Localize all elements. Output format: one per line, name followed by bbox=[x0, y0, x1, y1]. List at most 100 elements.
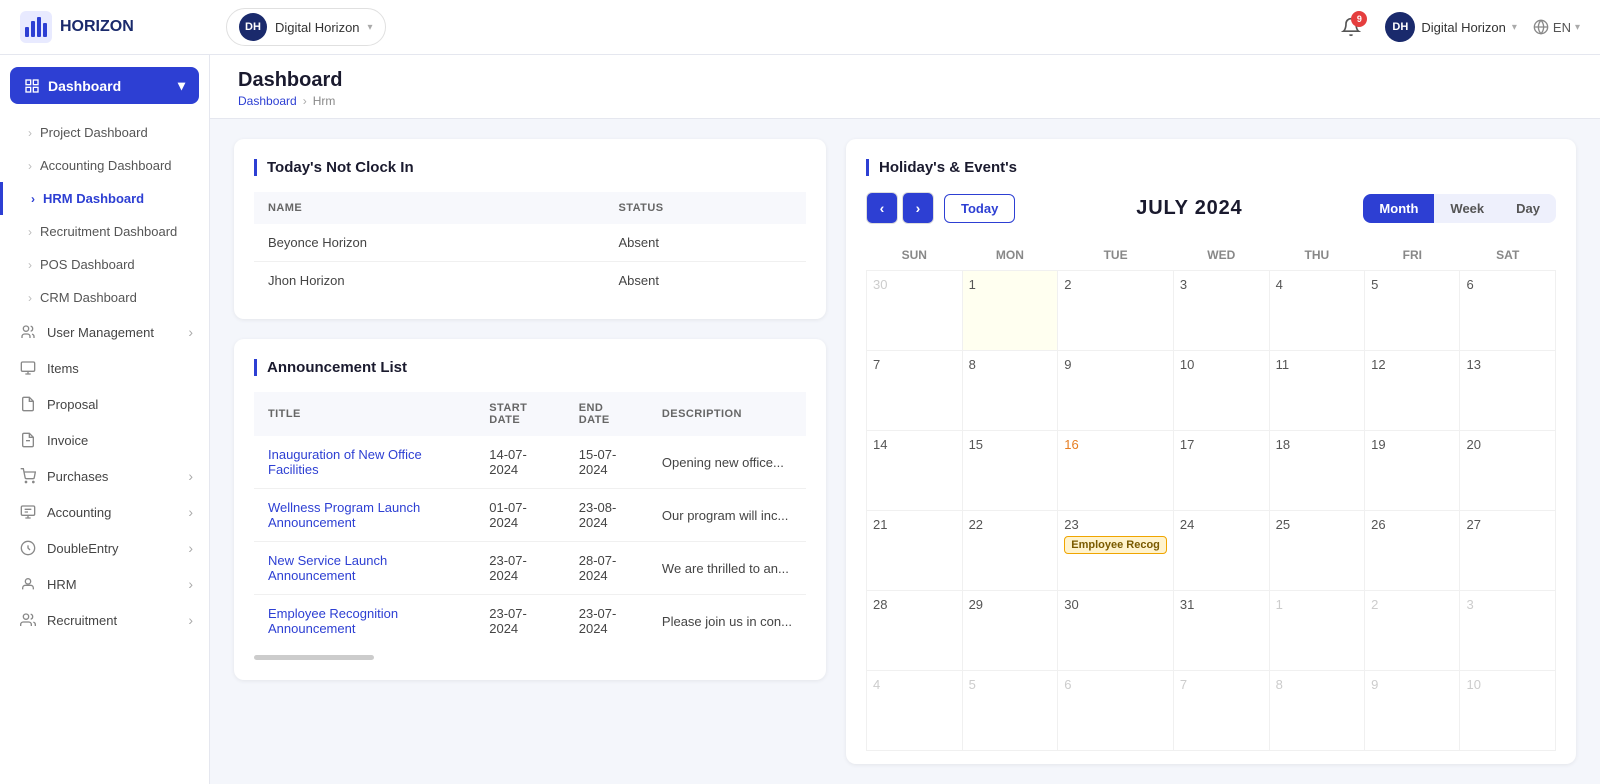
calendar-cell[interactable]: 31 bbox=[1173, 591, 1269, 671]
calendar-cell[interactable]: 2 bbox=[1365, 591, 1460, 671]
calendar-week-view-button[interactable]: Week bbox=[1434, 194, 1500, 223]
calendar-cell[interactable]: 1 bbox=[962, 271, 1058, 351]
sidebar-item-crm-label: CRM Dashboard bbox=[40, 290, 137, 305]
sidebar-item-recruitment[interactable]: Recruitment bbox=[0, 602, 209, 638]
sidebar-item-accounting-dashboard[interactable]: › Accounting Dashboard bbox=[0, 149, 209, 182]
calendar-cell[interactable]: 25 bbox=[1269, 511, 1365, 591]
calendar-cell[interactable]: 20 bbox=[1460, 431, 1556, 511]
calendar-cell[interactable]: 4 bbox=[867, 671, 963, 751]
calendar-cell[interactable]: 22 bbox=[962, 511, 1058, 591]
calendar-cell[interactable]: 14 bbox=[867, 431, 963, 511]
calendar-cell[interactable]: 23Employee Recog bbox=[1058, 511, 1174, 591]
org-name-label: Digital Horizon bbox=[275, 20, 360, 35]
calendar-day-number: 29 bbox=[969, 597, 983, 612]
calendar-cell[interactable]: 5 bbox=[1365, 271, 1460, 351]
table-row: Beyonce HorizonAbsent bbox=[254, 224, 806, 262]
ann-start: 23-07-2024 bbox=[475, 542, 565, 595]
calendar-cell[interactable]: 7 bbox=[867, 351, 963, 431]
calendar-cell[interactable]: 19 bbox=[1365, 431, 1460, 511]
ann-desc: Please join us in con... bbox=[648, 595, 806, 648]
calendar-day-number: 2 bbox=[1371, 597, 1378, 612]
calendar-prev-button[interactable]: ‹ bbox=[866, 192, 898, 224]
calendar-cell[interactable]: 13 bbox=[1460, 351, 1556, 431]
calendar-day-view-button[interactable]: Day bbox=[1500, 194, 1556, 223]
notifications-button[interactable]: 9 bbox=[1333, 9, 1369, 45]
announcement-title: Announcement List bbox=[254, 359, 806, 376]
calendar-day-number: 28 bbox=[873, 597, 887, 612]
sidebar-item-doubleentry[interactable]: DoubleEntry bbox=[0, 530, 209, 566]
table-row: Jhon HorizonAbsent bbox=[254, 262, 806, 300]
calendar-cell[interactable]: 3 bbox=[1173, 271, 1269, 351]
sidebar-item-crm-dashboard[interactable]: › CRM Dashboard bbox=[0, 281, 209, 314]
calendar-day-number: 19 bbox=[1371, 437, 1385, 452]
calendar-day-header: Mon bbox=[962, 240, 1058, 271]
sidebar-item-accounting[interactable]: Accounting bbox=[0, 494, 209, 530]
calendar-cell[interactable]: 6 bbox=[1058, 671, 1174, 751]
calendar-cell[interactable]: 8 bbox=[962, 351, 1058, 431]
sidebar-item-items[interactable]: Items bbox=[0, 350, 209, 386]
page-header: Dashboard Dashboard › Hrm bbox=[210, 55, 1600, 119]
calendar-cell[interactable]: 18 bbox=[1269, 431, 1365, 511]
calendar-cell[interactable]: 10 bbox=[1460, 671, 1556, 751]
calendar-cell[interactable]: 4 bbox=[1269, 271, 1365, 351]
calendar-today-button[interactable]: Today bbox=[944, 194, 1015, 223]
sidebar-item-pos-dashboard[interactable]: › POS Dashboard bbox=[0, 248, 209, 281]
calendar-cell[interactable]: 12 bbox=[1365, 351, 1460, 431]
breadcrumb-dashboard[interactable]: Dashboard bbox=[238, 94, 297, 108]
sidebar-item-user-management[interactable]: User Management bbox=[0, 314, 209, 350]
language-selector[interactable]: EN bbox=[1533, 19, 1580, 35]
sidebar-item-hrm-dashboard[interactable]: › HRM Dashboard bbox=[0, 182, 209, 215]
ann-col-title: TITLE bbox=[254, 392, 475, 436]
proposal-label: Proposal bbox=[47, 397, 193, 412]
sidebar-item-recruitment-label: Recruitment Dashboard bbox=[40, 224, 177, 239]
calendar-cell[interactable]: 11 bbox=[1269, 351, 1365, 431]
calendar-header-row: ‹ › Today JULY 2024 Month Week Day bbox=[866, 192, 1556, 224]
calendar-cell[interactable]: 27 bbox=[1460, 511, 1556, 591]
calendar-month-view-button[interactable]: Month bbox=[1363, 194, 1434, 223]
org-pill[interactable]: DH Digital Horizon bbox=[226, 8, 386, 46]
calendar-cell[interactable]: 29 bbox=[962, 591, 1058, 671]
calendar-day-number: 15 bbox=[969, 437, 983, 452]
calendar-event[interactable]: Employee Recog bbox=[1064, 536, 1167, 554]
sidebar-item-recruitment-dashboard[interactable]: › Recruitment Dashboard bbox=[0, 215, 209, 248]
calendar-day-number: 14 bbox=[873, 437, 887, 452]
sidebar-item-proposal[interactable]: Proposal bbox=[0, 386, 209, 422]
calendar-cell[interactable]: 15 bbox=[962, 431, 1058, 511]
calendar-cell[interactable]: 17 bbox=[1173, 431, 1269, 511]
calendar-day-number: 8 bbox=[1276, 677, 1283, 692]
calendar-cell[interactable]: 2 bbox=[1058, 271, 1174, 351]
calendar-cell[interactable]: 10 bbox=[1173, 351, 1269, 431]
calendar-cell[interactable]: 6 bbox=[1460, 271, 1556, 351]
nav-right: 9 DH Digital Horizon EN bbox=[1333, 9, 1580, 45]
user-menu[interactable]: DH Digital Horizon bbox=[1385, 12, 1517, 42]
calendar-cell[interactable]: 16 bbox=[1058, 431, 1174, 511]
user-avatar: DH bbox=[1385, 12, 1415, 42]
horizontal-scrollbar[interactable] bbox=[254, 655, 374, 660]
calendar-cell[interactable]: 7 bbox=[1173, 671, 1269, 751]
calendar-cell[interactable]: 9 bbox=[1058, 351, 1174, 431]
sidebar-item-purchases[interactable]: Purchases bbox=[0, 458, 209, 494]
dashboard-button[interactable]: Dashboard bbox=[10, 67, 199, 104]
calendar-cell[interactable]: 21 bbox=[867, 511, 963, 591]
calendar-cell[interactable]: 8 bbox=[1269, 671, 1365, 751]
announcement-table-scroll[interactable]: TITLE START DATE END DATE DESCRIPTION In… bbox=[254, 392, 806, 660]
user-management-arrow bbox=[188, 324, 193, 340]
calendar-cell[interactable]: 28 bbox=[867, 591, 963, 671]
calendar-cell[interactable]: 9 bbox=[1365, 671, 1460, 751]
sidebar-item-hrm[interactable]: HRM bbox=[0, 566, 209, 602]
sidebar-item-invoice[interactable]: Invoice bbox=[0, 422, 209, 458]
calendar-next-button[interactable]: › bbox=[902, 192, 934, 224]
calendar-cell[interactable]: 5 bbox=[962, 671, 1058, 751]
calendar-cell[interactable]: 30 bbox=[867, 271, 963, 351]
sidebar-item-project-dashboard[interactable]: › Project Dashboard bbox=[0, 116, 209, 149]
calendar-cell[interactable]: 26 bbox=[1365, 511, 1460, 591]
calendar-day-number: 7 bbox=[1180, 677, 1187, 692]
dashboard-chevron bbox=[178, 77, 185, 94]
logo-text: HORIZON bbox=[60, 18, 134, 36]
breadcrumb-current: Hrm bbox=[313, 94, 336, 108]
calendar-cell[interactable]: 3 bbox=[1460, 591, 1556, 671]
calendar-day-number: 6 bbox=[1466, 277, 1473, 292]
calendar-cell[interactable]: 24 bbox=[1173, 511, 1269, 591]
calendar-cell[interactable]: 1 bbox=[1269, 591, 1365, 671]
calendar-cell[interactable]: 30 bbox=[1058, 591, 1174, 671]
